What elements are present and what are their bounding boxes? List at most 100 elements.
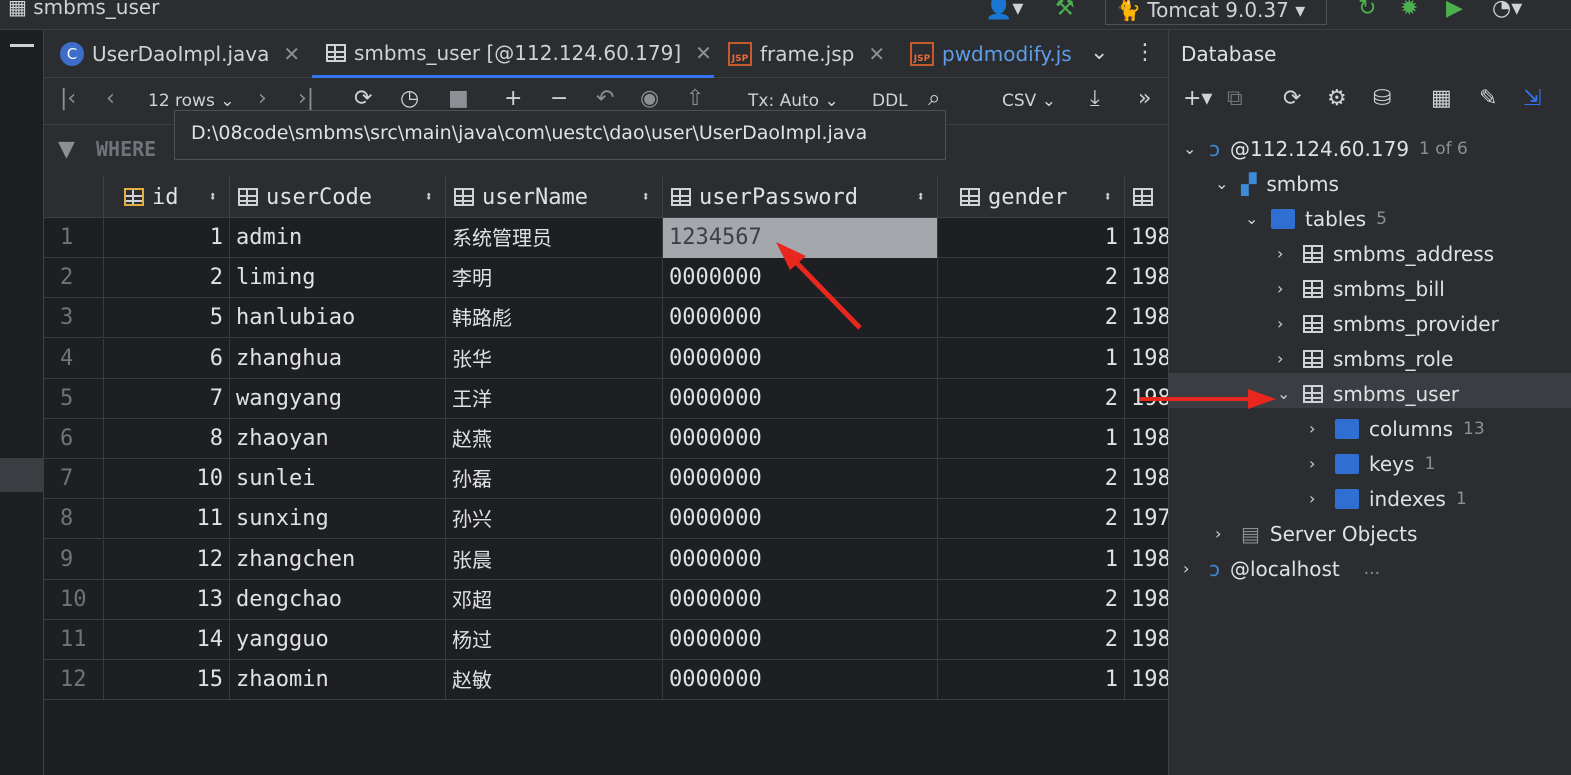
cell-userpassword[interactable]: 0000000 [663, 499, 938, 540]
cell-gender[interactable]: 2 [938, 298, 1125, 339]
cell-birthday[interactable]: 198 [1125, 379, 1168, 419]
cell-userpassword[interactable]: 0000000 [663, 419, 938, 459]
cell-userpassword[interactable]: 0000000 [663, 338, 938, 379]
cell-gender[interactable]: 1 [938, 660, 1125, 701]
cell-gender[interactable]: 1 [938, 218, 1125, 258]
cell-birthday[interactable]: 198 [1125, 580, 1168, 620]
cell-gender[interactable]: 2 [938, 579, 1125, 620]
search-icon[interactable]: ⌕ [928, 86, 940, 111]
collapse-icon[interactable] [10, 44, 34, 47]
run-config-selector[interactable]: 🐈 Tomcat 9.0.37 ▾ [1105, 0, 1327, 25]
cell-usercode[interactable]: liming [230, 258, 446, 299]
cell-birthday[interactable]: 198 [1125, 218, 1168, 258]
tree-tables-folder[interactable]: ⌄ tables 5 [1245, 201, 1387, 236]
cell-username[interactable]: 杨过 [446, 620, 663, 660]
cell-id[interactable]: 2 [104, 258, 230, 299]
tree-table-provider[interactable]: › smbms_provider [1277, 306, 1499, 341]
build-hammer-icon[interactable]: ⚒ [1055, 0, 1075, 21]
column-header-usercode[interactable]: userCode ⬍ [230, 176, 446, 218]
tree-indexes-folder[interactable]: › indexes 1 [1309, 481, 1467, 516]
tx-mode-selector[interactable]: Tx: Auto ⌄ [748, 91, 839, 111]
export-format-selector[interactable]: CSV ⌄ [1002, 91, 1056, 111]
cell-usercode[interactable]: admin [230, 218, 446, 258]
revert-icon[interactable]: ↶ [596, 86, 614, 111]
refresh-icon[interactable]: ⟳ [1283, 86, 1301, 111]
tree-table-bill[interactable]: › smbms_bill [1277, 271, 1445, 306]
cell-birthday[interactable]: 198 [1125, 620, 1168, 660]
cell-usercode[interactable]: dengchao [230, 579, 446, 620]
cell-id[interactable]: 12 [104, 539, 230, 580]
cell-usercode[interactable]: zhaoyan [230, 419, 446, 459]
cell-birthday[interactable]: 198 [1125, 419, 1168, 459]
cell-username[interactable]: 张华 [446, 338, 663, 379]
cell-userpassword[interactable]: 0000000 [663, 539, 938, 580]
table-row[interactable]: 12 15 zhaomin 赵敏 0000000 1 198 [44, 660, 1168, 701]
tab-pwdmodify[interactable]: JSP pwdmodify.js [910, 30, 1074, 78]
add-datasource-icon[interactable]: +▾ [1183, 86, 1212, 111]
cell-userpassword[interactable]: 0000000 [663, 660, 938, 701]
sort-icon[interactable]: ⬍ [209, 189, 217, 205]
cell-username[interactable]: 张晨 [446, 539, 663, 580]
table-row[interactable]: 8 11 sunxing 孙兴 0000000 2 197 [44, 499, 1168, 540]
cell-usercode[interactable]: sunxing [230, 499, 446, 540]
cell-id[interactable]: 15 [104, 660, 230, 701]
page-size-selector[interactable]: 12 rows ⌄ [148, 91, 234, 111]
tree-columns-folder[interactable]: › columns 13 [1309, 411, 1485, 446]
cell-username[interactable]: 韩路彪 [446, 298, 663, 339]
table-row[interactable]: 3 5 hanlubiao 韩路彪 0000000 2 198 [44, 298, 1168, 339]
table-row[interactable]: 7 10 sunlei 孙磊 0000000 2 198 [44, 459, 1168, 500]
database-icon[interactable]: ⛁ [1373, 86, 1391, 111]
cell-usercode[interactable]: zhanghua [230, 338, 446, 379]
collapse-all-icon[interactable]: ⇲ [1523, 86, 1541, 111]
sort-icon[interactable]: ⬍ [1104, 189, 1112, 205]
cell-gender[interactable]: 2 [938, 378, 1125, 419]
edit-icon[interactable]: ✎ [1479, 86, 1497, 111]
ddl-button[interactable]: DDL [872, 91, 908, 111]
cell-birthday[interactable]: 198 [1125, 660, 1168, 700]
table-row[interactable]: 10 13 dengchao 邓超 0000000 2 198 [44, 579, 1168, 620]
cell-gender[interactable]: 1 [938, 419, 1125, 459]
reload-icon[interactable]: ⟳ [354, 86, 372, 111]
cell-birthday[interactable]: 198 [1125, 459, 1168, 499]
close-icon[interactable]: ✕ [283, 42, 300, 66]
table-row[interactable]: 5 7 wangyang 王洋 0000000 2 198 [44, 378, 1168, 419]
cell-id[interactable]: 8 [104, 419, 230, 459]
cell-id[interactable]: 7 [104, 378, 230, 419]
tab-frame-jsp[interactable]: JSP frame.jsp ✕ [728, 30, 885, 78]
cell-username[interactable]: 邓超 [446, 579, 663, 620]
cell-userpassword[interactable]: 0000000 [663, 579, 938, 620]
cell-birthday[interactable]: 198 [1125, 258, 1168, 298]
cell-birthday[interactable]: 197 [1125, 499, 1168, 539]
last-page-icon[interactable]: ›| [298, 86, 314, 111]
more-tools-icon[interactable]: » [1138, 86, 1151, 111]
prev-page-icon[interactable]: ‹ [106, 86, 115, 111]
cell-username[interactable]: 系统管理员 [446, 218, 663, 258]
sort-icon[interactable]: ⬍ [642, 189, 650, 205]
cell-id[interactable]: 11 [104, 499, 230, 540]
cell-gender[interactable]: 2 [938, 620, 1125, 660]
column-header-next[interactable] [1125, 176, 1168, 218]
table-row[interactable]: 4 6 zhanghua 张华 0000000 1 198 [44, 338, 1168, 379]
cell-birthday[interactable]: 198 [1125, 298, 1168, 338]
tab-smbms-user[interactable]: smbms_user [@112.124.60.179] ✕ [312, 30, 714, 78]
tab-list-chevron-icon[interactable]: ⌄ [1090, 40, 1108, 65]
cell-id[interactable]: 1 [104, 218, 230, 258]
debug-icon[interactable]: ✹ [1400, 0, 1418, 21]
table-row[interactable]: 11 14 yangguo 杨过 0000000 2 198 [44, 620, 1168, 660]
cell-userpassword[interactable]: 0000000 [663, 298, 938, 339]
cell-usercode[interactable]: sunlei [230, 459, 446, 500]
cell-username[interactable]: 孙兴 [446, 499, 663, 540]
cell-id[interactable]: 13 [104, 579, 230, 620]
cell-gender[interactable]: 2 [938, 258, 1125, 299]
tree-schema-smbms[interactable]: ⌄ ▞ smbms [1215, 166, 1339, 201]
cell-username[interactable]: 王洋 [446, 378, 663, 419]
cell-gender[interactable]: 1 [938, 338, 1125, 379]
table-row[interactable]: 1 1 admin 系统管理员 1234567 1 198 [44, 218, 1168, 258]
tree-table-role[interactable]: › smbms_role [1277, 341, 1453, 376]
view-icon[interactable]: ◉ [640, 86, 659, 111]
cell-gender[interactable]: 2 [938, 459, 1125, 500]
download-icon[interactable]: ⤓ [1090, 86, 1100, 111]
first-page-icon[interactable]: |‹ [60, 86, 76, 111]
user-icon[interactable]: 👤▾ [985, 0, 1023, 21]
history-icon[interactable]: ◷ [400, 86, 419, 111]
